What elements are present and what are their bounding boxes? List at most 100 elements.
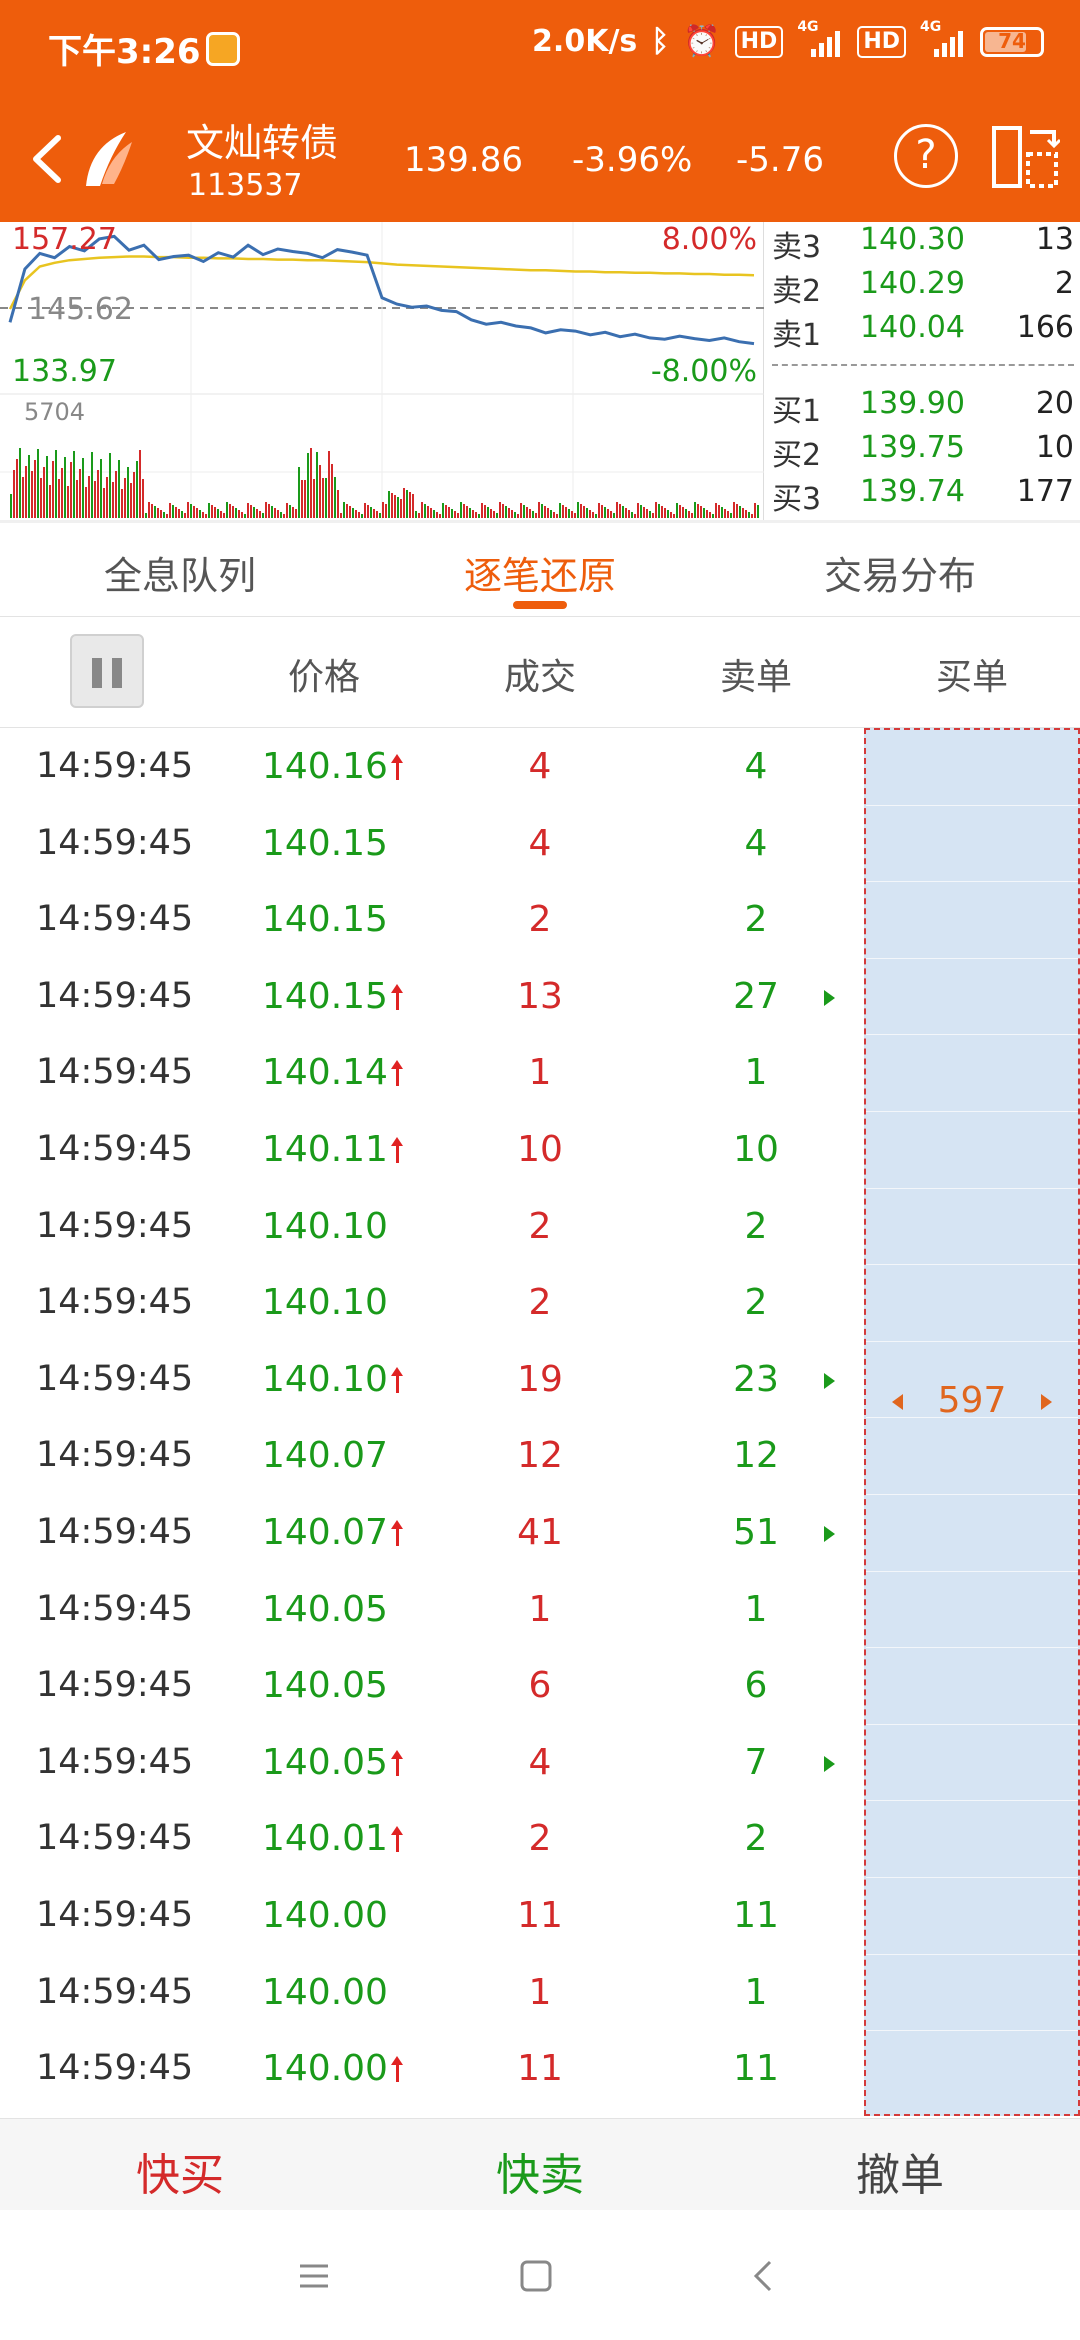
tick-row[interactable]: 14:59:45 140.05 1 1 bbox=[0, 1571, 860, 1648]
home-icon[interactable] bbox=[518, 2258, 554, 2294]
tick-row[interactable]: 14:59:45 140.10 2 2 bbox=[0, 1188, 860, 1265]
next-arrow-icon[interactable] bbox=[1041, 1394, 1052, 1410]
tick-list[interactable]: 14:59:45 140.16 4 4 14:59:45 140.15 4 4 14:59:45… bbox=[0, 728, 860, 2116]
tick-row[interactable]: 14:59:45 140.16 4 4 bbox=[0, 728, 860, 805]
volume-bar bbox=[538, 502, 540, 518]
volume-bar bbox=[508, 508, 510, 518]
tick-row[interactable]: 14:59:45 140.11 10 10 bbox=[0, 1111, 860, 1188]
tab-trade-distribution[interactable]: 交易分布 bbox=[720, 545, 1080, 600]
volume-bar bbox=[460, 502, 462, 518]
bid-volume: 20 bbox=[1035, 386, 1074, 421]
volume-bar bbox=[196, 508, 198, 518]
network-type: 4G bbox=[797, 18, 819, 35]
volume-bar bbox=[319, 465, 321, 518]
volume-bar bbox=[184, 513, 186, 518]
expand-arrow-icon[interactable] bbox=[824, 1755, 835, 1772]
buy-column-divider bbox=[866, 1187, 1078, 1189]
back-button[interactable] bbox=[18, 124, 78, 194]
buy-order-column[interactable]: 597 bbox=[864, 728, 1080, 2116]
back-nav-icon[interactable] bbox=[746, 2258, 782, 2294]
cancel-order-button[interactable]: 撤单 bbox=[720, 2139, 1080, 2203]
expand-arrow-icon[interactable] bbox=[824, 989, 835, 1006]
chart-up-pct-label: 8.00% bbox=[661, 222, 757, 257]
volume-bar bbox=[430, 508, 432, 518]
volume-bar bbox=[604, 507, 606, 518]
quick-sell-button[interactable]: 快卖 bbox=[360, 2139, 720, 2203]
volume-bar bbox=[76, 480, 78, 518]
tick-sell-order: 2 bbox=[744, 1205, 768, 1247]
ask-volume: 13 bbox=[1035, 222, 1074, 257]
menu-icon[interactable] bbox=[296, 2258, 332, 2294]
volume-bar bbox=[151, 504, 153, 518]
expand-arrow-icon[interactable] bbox=[824, 1372, 835, 1389]
volume-bar bbox=[412, 494, 414, 518]
tick-sell-order: 2 bbox=[744, 899, 768, 941]
back-arrow-icon bbox=[33, 135, 61, 183]
tick-row[interactable]: 14:59:45 140.05 6 6 bbox=[0, 1647, 860, 1724]
volume-bar bbox=[733, 502, 735, 518]
tab-full-queue[interactable]: 全息队列 bbox=[0, 545, 360, 600]
tick-price: 140.07 bbox=[262, 1512, 404, 1553]
volume-bar bbox=[559, 503, 561, 518]
expand-arrow-icon[interactable] bbox=[824, 1526, 835, 1542]
volume-bar bbox=[103, 488, 105, 518]
tick-row[interactable]: 14:59:45 140.00 1 1 bbox=[0, 1954, 860, 2031]
volume-bar bbox=[205, 514, 207, 518]
tick-row[interactable]: 14:59:45 140.14 1 1 bbox=[0, 1034, 860, 1111]
volume-bar bbox=[211, 505, 213, 518]
volume-bar bbox=[418, 513, 420, 518]
volume-bar bbox=[601, 505, 603, 518]
volume-bar bbox=[46, 456, 48, 518]
tick-price: 140.10 bbox=[262, 1359, 404, 1400]
volume-bar bbox=[301, 480, 303, 518]
quick-buy-button[interactable]: 快买 bbox=[0, 2139, 360, 2203]
volume-bar bbox=[157, 508, 159, 518]
ask-price: 140.30 bbox=[860, 222, 965, 257]
volume-bar bbox=[322, 478, 324, 518]
tick-deal-volume: 1 bbox=[528, 1971, 552, 2013]
volume-bar bbox=[31, 471, 33, 518]
help-button[interactable]: ? bbox=[894, 124, 958, 188]
volume-bar bbox=[652, 513, 654, 518]
volume-bar bbox=[631, 512, 633, 518]
volume-bar bbox=[391, 493, 393, 518]
volume-bar bbox=[421, 502, 423, 518]
volume-bar bbox=[706, 510, 708, 518]
volume-bar bbox=[499, 502, 501, 518]
layout-switch-button[interactable] bbox=[990, 124, 1062, 190]
volume-bar bbox=[118, 460, 120, 518]
tick-price-value: 140.10 bbox=[262, 1205, 388, 1247]
tick-row[interactable]: 14:59:45 140.10 19 23 bbox=[0, 1341, 860, 1418]
tick-row[interactable]: 14:59:45 140.15 2 2 bbox=[0, 881, 860, 958]
tick-row[interactable]: 14:59:45 140.00 11 11 bbox=[0, 2030, 860, 2107]
volume-bar bbox=[670, 512, 672, 518]
volume-bar bbox=[724, 509, 726, 518]
tick-row[interactable]: 14:59:45 140.05 4 7 bbox=[0, 1724, 860, 1801]
volume-bar bbox=[682, 507, 684, 518]
tick-sell-order: 11 bbox=[733, 1895, 779, 1936]
volume-bar bbox=[496, 513, 498, 518]
volume-bar bbox=[115, 471, 117, 518]
pause-button[interactable] bbox=[70, 634, 144, 708]
volume-bar bbox=[280, 512, 282, 518]
tick-row[interactable]: 14:59:45 140.15 4 4 bbox=[0, 805, 860, 882]
volume-bar bbox=[286, 503, 288, 518]
hd-icon-2: HD bbox=[857, 25, 906, 58]
tick-row[interactable]: 14:59:45 140.15 13 27 bbox=[0, 958, 860, 1035]
tab-tick-restore[interactable]: 逐笔还原 bbox=[360, 545, 720, 600]
buy-column-divider bbox=[866, 1877, 1078, 1878]
volume-bar bbox=[355, 510, 357, 518]
tick-row[interactable]: 14:59:45 140.01 2 2 bbox=[0, 1800, 860, 1877]
tick-price-value: 140.14 bbox=[262, 1052, 388, 1094]
tick-row[interactable]: 14:59:45 140.07 41 51 bbox=[0, 1494, 860, 1571]
tick-price: 140.10 bbox=[262, 1282, 388, 1323]
intraday-chart[interactable]: 157.27 145.62 133.97 8.00% -8.00% 5704 bbox=[0, 222, 764, 520]
tick-row[interactable]: 14:59:45 140.10 2 2 bbox=[0, 1264, 860, 1341]
volume-bar bbox=[700, 506, 702, 518]
volume-bar bbox=[91, 452, 93, 518]
tick-row[interactable]: 14:59:45 140.07 12 12 bbox=[0, 1417, 860, 1494]
tick-row[interactable]: 14:59:45 140.00 11 11 bbox=[0, 1877, 860, 1954]
volume-bar bbox=[679, 505, 681, 518]
volume-bar bbox=[718, 505, 720, 518]
tick-sell-order: 10 bbox=[733, 1129, 779, 1170]
